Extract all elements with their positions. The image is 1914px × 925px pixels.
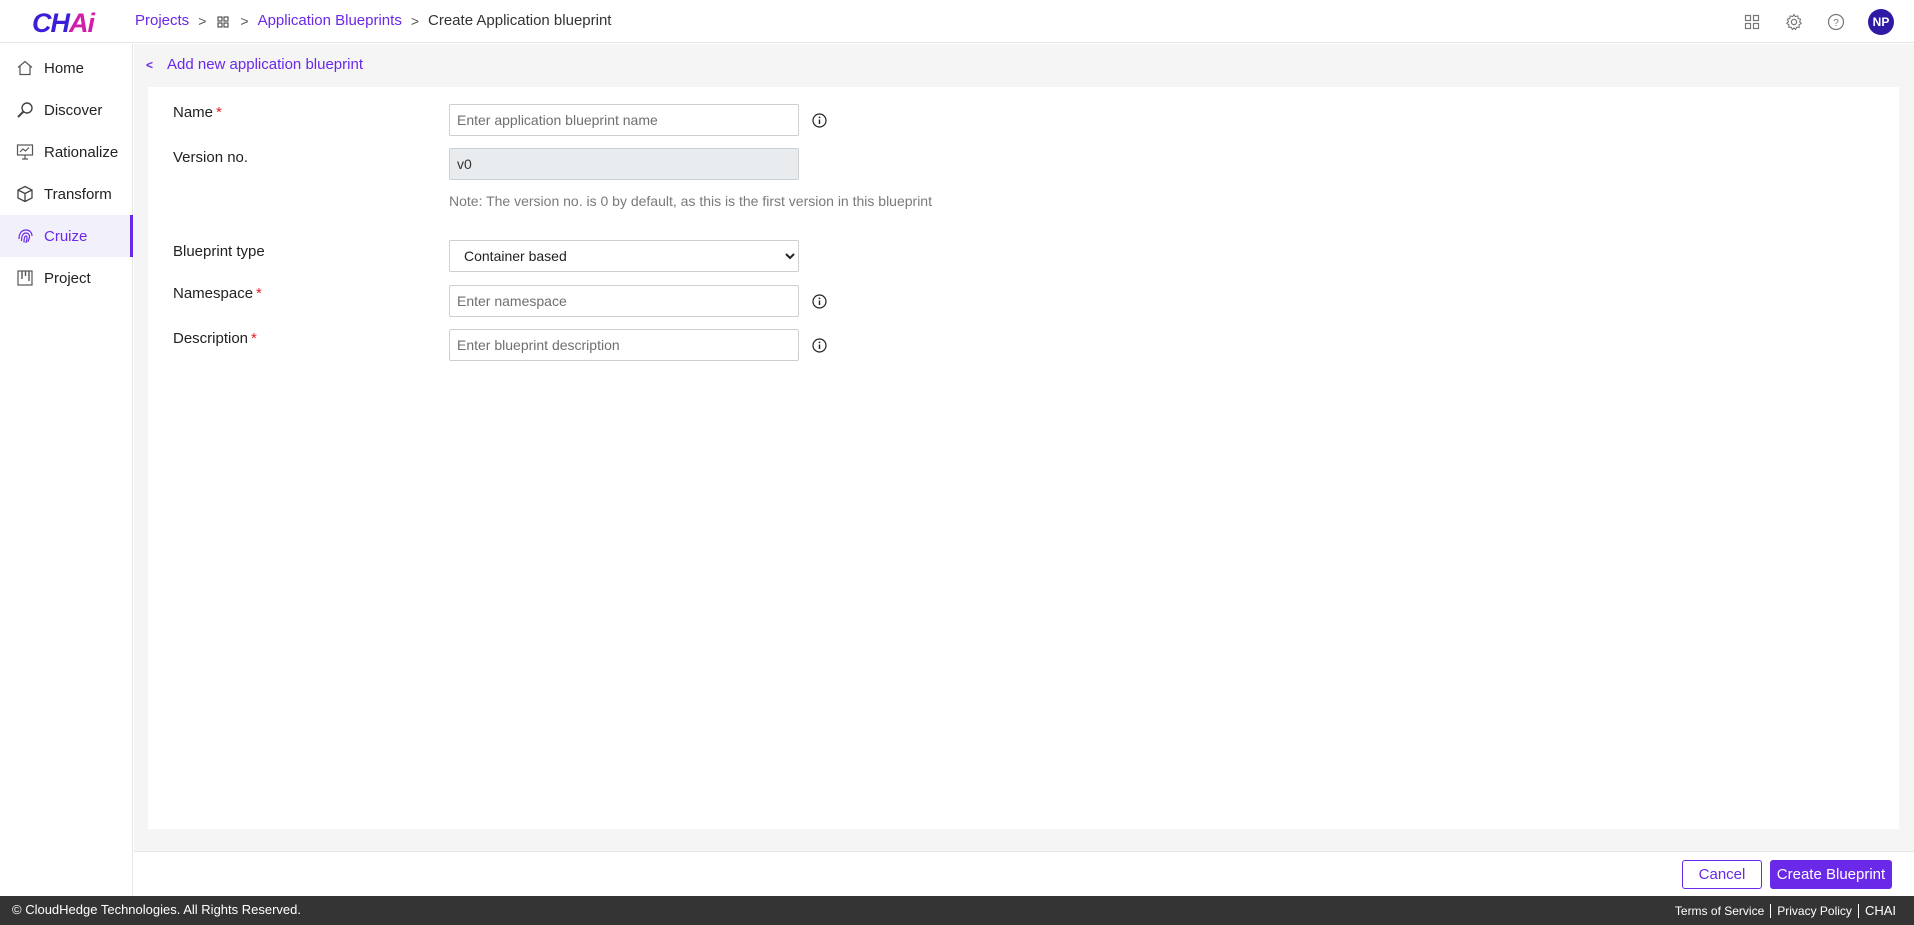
sidebar-item-label: Discover (44, 101, 103, 119)
kanban-icon (16, 269, 34, 287)
name-input[interactable] (449, 104, 799, 136)
sidebar-item-project[interactable]: Project (0, 257, 132, 299)
discover-icon (16, 101, 34, 119)
blueprint-type-select[interactable]: Container based (449, 240, 799, 272)
description-input[interactable] (449, 329, 799, 361)
breadcrumb: Projects > > Application Blueprints > Cr… (135, 12, 611, 29)
name-info-icon[interactable] (811, 112, 827, 128)
footer-brand: CHAI (1864, 903, 1896, 918)
avatar[interactable]: NP (1868, 9, 1894, 35)
cancel-button[interactable]: Cancel (1682, 860, 1762, 889)
gear-icon[interactable] (1784, 12, 1804, 32)
namespace-info-icon[interactable] (811, 293, 827, 309)
footer: © CloudHedge Technologies. All Rights Re… (0, 896, 1914, 925)
sidebar-item-label: Transform (44, 185, 112, 203)
version-note: Note: The version no. is 0 by default, a… (449, 193, 932, 209)
chevron-left-icon: < (146, 57, 154, 72)
sidebar-item-transform[interactable]: Transform (0, 173, 132, 215)
blueprint-type-label: Blueprint type (173, 243, 265, 260)
breadcrumb-application-blueprints-link[interactable]: Application Blueprints (258, 12, 402, 29)
action-bar: Cancel Create Blueprint (134, 851, 1914, 896)
create-blueprint-button[interactable]: Create Blueprint (1770, 860, 1892, 889)
top-icons: ? NP (1742, 9, 1894, 35)
namespace-label: Namespace * (173, 285, 262, 302)
home-icon (16, 59, 34, 77)
rationalize-icon (16, 143, 34, 161)
back-link[interactable]: < Add new application blueprint (146, 56, 363, 73)
breadcrumb-current: Create Application blueprint (428, 12, 612, 29)
page-title: Add new application blueprint (167, 56, 363, 73)
help-icon[interactable]: ? (1826, 12, 1846, 32)
footer-links: Terms of Service Privacy Policy CHAI (1669, 903, 1902, 918)
chai-logo[interactable]: CHAi (32, 8, 95, 39)
sidebar: Home Discover Rationalize Transform Crui… (0, 44, 133, 896)
privacy-link[interactable]: Privacy Policy (1771, 904, 1858, 918)
namespace-input[interactable] (449, 285, 799, 317)
description-label: Description * (173, 330, 257, 347)
version-label: Version no. (173, 149, 249, 166)
svg-text:?: ? (1833, 18, 1839, 29)
main-content: < Add new application blueprint Name* Ve… (134, 44, 1914, 851)
description-info-icon[interactable] (811, 337, 827, 353)
top-bar: CHAi Projects > > Application Blueprints… (0, 0, 1914, 43)
version-field (449, 148, 799, 180)
fingerprint-icon (16, 227, 34, 245)
copyright-text: © CloudHedge Technologies. All Rights Re… (12, 902, 302, 917)
sidebar-item-cruize[interactable]: Cruize (0, 215, 133, 257)
apps-grid-icon[interactable] (1742, 12, 1762, 32)
chevron-right-icon: > (410, 12, 420, 29)
sidebar-item-label: Project (44, 269, 91, 287)
sidebar-item-label: Cruize (44, 227, 88, 245)
blueprint-form-card: Name* Version no. Note: The version no. … (148, 87, 1899, 829)
sidebar-item-home[interactable]: Home (0, 47, 132, 89)
sidebar-item-label: Rationalize (44, 143, 119, 161)
sidebar-item-label: Home (44, 59, 85, 77)
sidebar-item-rationalize[interactable]: Rationalize (0, 131, 132, 173)
cube-icon (16, 185, 34, 203)
terms-link[interactable]: Terms of Service (1669, 904, 1770, 918)
chevron-right-icon: > (198, 12, 207, 29)
project-grid-icon[interactable] (217, 15, 229, 27)
breadcrumb-projects-link[interactable]: Projects (135, 12, 189, 29)
sidebar-item-discover[interactable]: Discover (0, 89, 132, 131)
chevron-right-icon: > (240, 12, 249, 29)
name-label: Name * (173, 104, 222, 121)
